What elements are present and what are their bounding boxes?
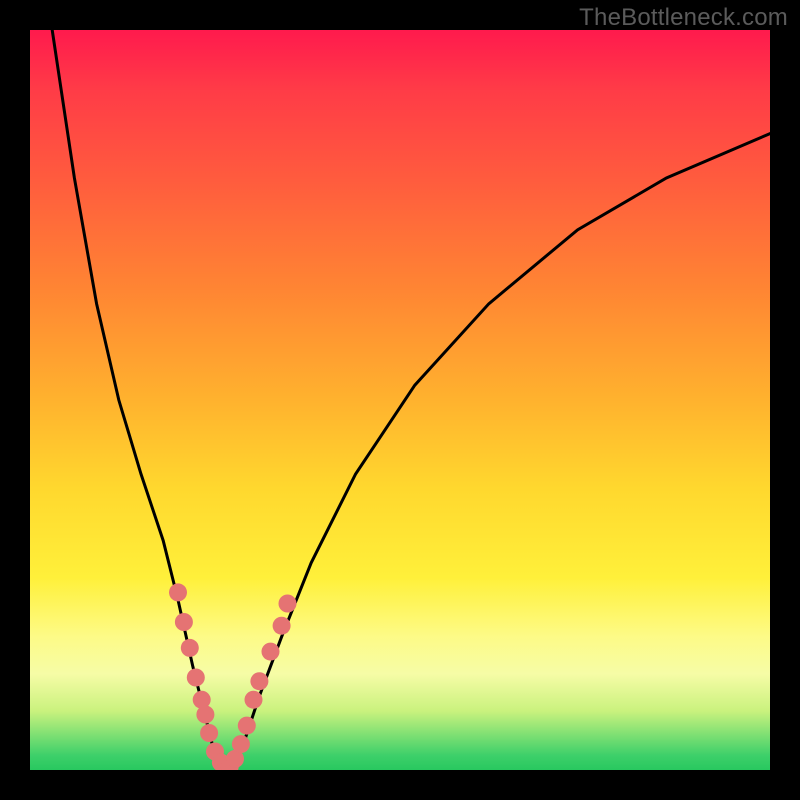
scatter-points bbox=[169, 583, 297, 770]
curve-left-branch bbox=[52, 30, 221, 770]
curve-left bbox=[52, 30, 221, 770]
curve-right bbox=[231, 134, 770, 770]
scatter-point bbox=[200, 724, 218, 742]
scatter-point bbox=[196, 706, 214, 724]
scatter-point bbox=[245, 691, 263, 709]
chart-svg bbox=[30, 30, 770, 770]
scatter-point bbox=[262, 643, 280, 661]
scatter-point bbox=[279, 595, 297, 613]
chart-frame: TheBottleneck.com bbox=[0, 0, 800, 800]
scatter-point bbox=[232, 735, 250, 753]
scatter-point bbox=[187, 669, 205, 687]
scatter-point bbox=[169, 583, 187, 601]
curve-right-branch bbox=[231, 134, 770, 770]
scatter-point bbox=[273, 617, 291, 635]
watermark-text: TheBottleneck.com bbox=[579, 4, 788, 32]
scatter-point bbox=[181, 639, 199, 657]
scatter-point bbox=[175, 613, 193, 631]
scatter-point bbox=[238, 717, 256, 735]
plot-area bbox=[30, 30, 770, 770]
scatter-point bbox=[250, 672, 268, 690]
